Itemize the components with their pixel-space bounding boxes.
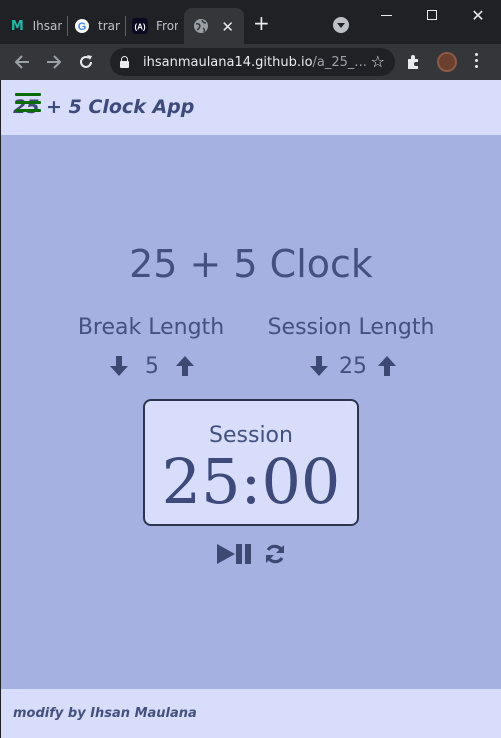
arrow-down-icon (110, 356, 128, 376)
maximize-icon (427, 10, 437, 20)
break-length-controls: 5 (107, 352, 197, 380)
timer-display: Session 25:00 (143, 399, 359, 526)
arrow-up-icon (176, 356, 194, 376)
arrow-up-icon (378, 356, 396, 376)
session-length-label: Session Length (267, 315, 435, 340)
new-tab-button[interactable]: + (253, 13, 270, 33)
minimize-button[interactable] (363, 0, 409, 30)
refresh-button[interactable] (264, 543, 286, 565)
arrow-right-icon (47, 55, 62, 69)
maximize-button[interactable] (409, 0, 455, 30)
session-length-controls: 25 (307, 352, 399, 380)
tab-separator (67, 16, 68, 36)
forward-button[interactable] (42, 50, 66, 74)
browser-menu-icon[interactable] (475, 53, 479, 71)
svg-text:G: G (78, 21, 87, 33)
extensions-icon[interactable] (405, 54, 421, 70)
google-icon: G (74, 18, 90, 34)
lock-icon (120, 55, 129, 68)
session-increment-button[interactable] (375, 353, 399, 379)
m-logo-icon: M (10, 18, 24, 34)
footer-credit: modify by Ihsan Maulana (13, 706, 197, 721)
tab-title: Front (156, 19, 178, 33)
session-decrement-button[interactable] (307, 353, 331, 379)
url-domain: ihsanmaulana14.github.io (143, 54, 313, 70)
break-length-label: Break Length (77, 315, 225, 340)
app-header: 25 + 5 Clock App (1, 80, 501, 135)
break-decrement-button[interactable] (107, 353, 131, 379)
close-tab-icon[interactable]: ✕ (221, 18, 234, 36)
arrow-down-icon (310, 356, 328, 376)
url-text: ihsanmaulana14.github.io/a_25_... (143, 55, 367, 70)
hamburger-menu-icon[interactable] (15, 93, 41, 117)
profile-avatar[interactable] (437, 52, 457, 72)
browser-tab[interactable]: (A) Front (132, 8, 178, 44)
tab-title: trans (98, 19, 120, 33)
back-button[interactable] (10, 50, 34, 74)
arrow-left-icon (14, 55, 29, 69)
browser-tab-active[interactable]: ✕ (184, 8, 244, 44)
close-window-button[interactable]: ✕ (455, 0, 501, 30)
freecodecamp-icon: (A) (132, 18, 148, 34)
timer-controls (216, 542, 286, 566)
app-page: 25 + 5 Clock App 25 + 5 Clock Break Leng… (1, 80, 501, 738)
url-path: /a_25_... (312, 54, 367, 70)
tab-title: Ihsan (32, 19, 62, 33)
svg-text:(A): (A) (134, 23, 145, 32)
session-length-value: 25 (339, 353, 367, 379)
app-footer: modify by Ihsan Maulana (1, 689, 501, 738)
tab-search-icon[interactable] (333, 17, 349, 33)
play-pause-button[interactable] (216, 543, 258, 565)
browser-tab[interactable]: G trans (74, 8, 120, 44)
timer-value: 25:00 (161, 445, 341, 518)
address-bar[interactable]: ihsanmaulana14.github.io/a_25_... ☆ (110, 48, 395, 76)
break-increment-button[interactable] (173, 353, 197, 379)
bookmark-star-icon[interactable]: ☆ (371, 52, 385, 71)
break-length-value: 5 (145, 353, 159, 379)
browser-tab-strip: M Ihsan G trans (A) Front ✕ + ✕ (0, 0, 501, 44)
globe-icon (193, 18, 209, 34)
page-title: 25 + 5 Clock (129, 242, 373, 286)
tab-separator (125, 16, 126, 36)
reload-button[interactable] (74, 50, 98, 74)
browser-toolbar: ihsanmaulana14.github.io/a_25_... ☆ (0, 44, 501, 80)
minimize-icon (380, 14, 392, 16)
reload-icon (80, 55, 92, 68)
browser-tab[interactable]: M Ihsan (10, 8, 62, 44)
